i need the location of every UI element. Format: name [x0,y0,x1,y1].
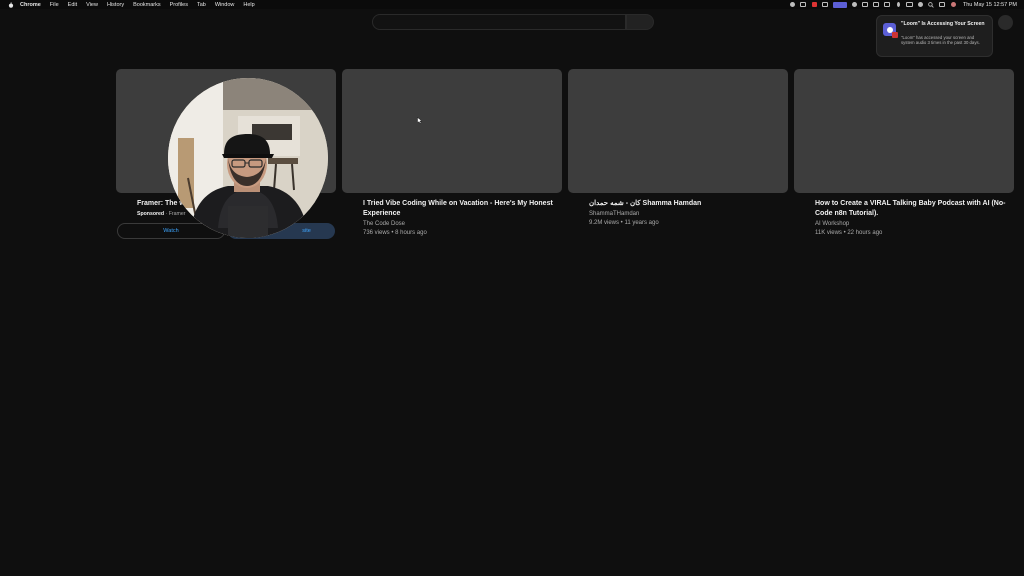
edit-icon[interactable] [822,2,829,8]
menu-window[interactable]: Window [215,2,235,8]
video-title[interactable]: I Tried Vibe Coding While on Vacation - … [363,199,562,219]
advertiser-name: Framer [168,211,186,217]
control-center-icon[interactable] [939,2,946,8]
bluetooth-icon[interactable] [895,2,902,8]
screen-icon[interactable] [862,2,869,8]
channel-name[interactable]: ShammaTHamdan [589,210,788,219]
document-icon[interactable] [800,2,807,8]
record-status-icon[interactable] [789,2,796,8]
video-title[interactable]: How to Create a VIRAL Talking Baby Podca… [815,199,1014,219]
search-input[interactable] [372,14,626,30]
extension-icon[interactable] [884,2,891,8]
menu-edit[interactable]: Edit [68,2,77,8]
notification-body: "Loom" has accessed your screen and syst… [901,35,980,46]
loom-notification[interactable]: "Loom" Is Accessing Your Screen "Loom" h… [876,15,993,57]
menu-bar: Chrome File Edit View History Bookmarks … [0,0,1024,9]
video-card[interactable]: How to Create a VIRAL Talking Baby Podca… [794,69,1014,238]
siri-icon[interactable] [950,2,957,8]
mouse-cursor-icon [417,117,422,124]
recording-icon[interactable] [811,2,818,8]
menu-app-name[interactable]: Chrome [20,2,41,8]
wifi-icon[interactable] [917,2,924,8]
notification-title: "Loom" Is Accessing Your Screen [901,21,985,27]
menu-view[interactable]: View [86,2,98,8]
avatar[interactable] [998,15,1013,30]
menu-history[interactable]: History [107,2,124,8]
video-thumbnail[interactable] [794,69,1014,193]
menu-tab[interactable]: Tab [197,2,206,8]
search-icon[interactable] [928,1,935,8]
menu-bookmarks[interactable]: Bookmarks [133,2,161,8]
channel-name[interactable]: AI Workshop [815,220,1014,229]
loom-app-icon [883,23,898,38]
sponsored-label: Sponsored [137,211,165,217]
video-title[interactable]: كان - شمه حمدان Shamma Hamdan [589,199,788,209]
video-stats: 11K views • 22 hours ago [815,230,883,236]
video-thumbnail[interactable] [342,69,562,193]
battery-icon[interactable] [905,2,913,8]
video-thumbnail[interactable] [568,69,788,193]
meta-icon[interactable] [851,2,858,8]
webcam-bubble[interactable] [168,78,328,238]
menu-clock[interactable]: Thu May 15 12:57 PM [963,2,1017,8]
menu-profiles[interactable]: Profiles [170,2,188,8]
video-card[interactable]: I Tried Vibe Coding While on Vacation - … [342,69,562,238]
status-tray: Thu May 15 12:57 PM [789,0,1017,9]
menu-help[interactable]: Help [243,2,254,8]
apple-icon[interactable] [8,1,14,8]
video-stats: 736 views • 8 hours ago [363,230,427,236]
menu-file[interactable]: File [50,2,59,8]
camera-icon[interactable] [873,2,880,8]
loom-icon[interactable] [832,1,847,8]
video-stats: 9.2M views • 11 years ago [589,220,659,226]
webcam-feed [168,78,328,238]
search-button[interactable] [626,14,654,30]
video-card[interactable]: كان - شمه حمدان Shamma Hamdan ShammaTHam… [568,69,788,228]
channel-name[interactable]: The Code Dose [363,220,562,229]
visit-site-label: site [302,228,311,234]
